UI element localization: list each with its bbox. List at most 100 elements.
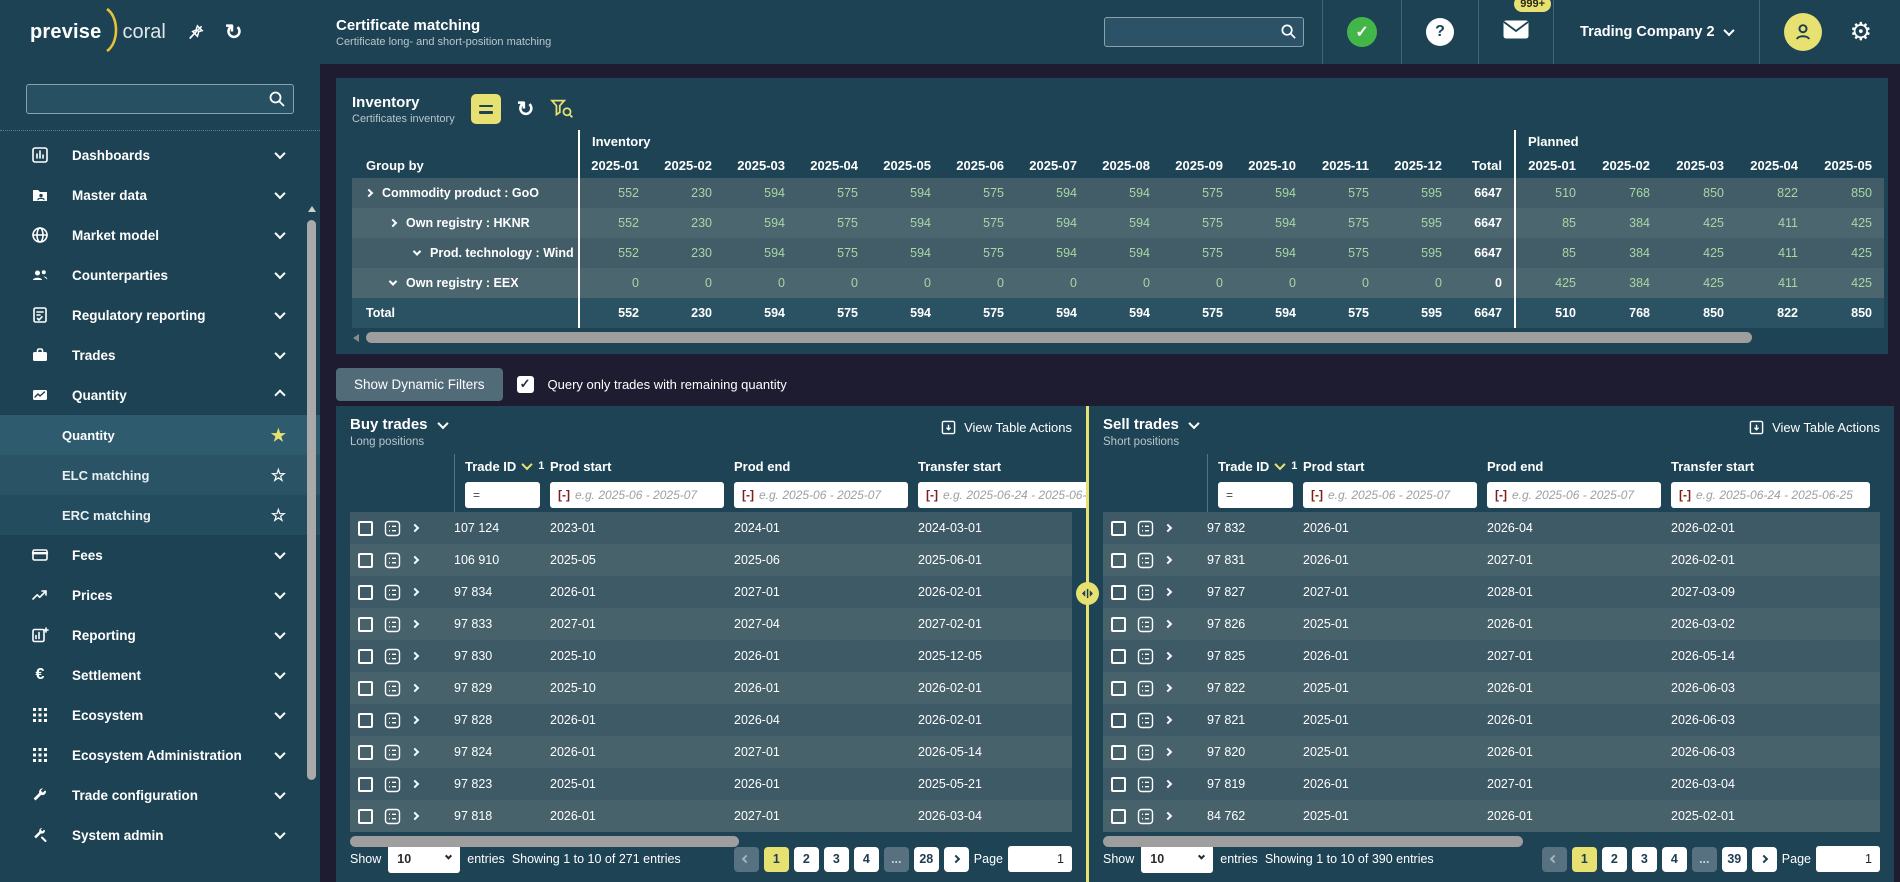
- row-expand-chevron-icon[interactable]: [1164, 748, 1172, 756]
- row-expand-chevron-icon[interactable]: [1164, 812, 1172, 820]
- column-header-prod-start[interactable]: Prod start: [550, 454, 734, 478]
- row-checkbox[interactable]: [358, 585, 373, 600]
- sidebar-scrollbar[interactable]: [307, 142, 317, 882]
- inventory-refresh-icon[interactable]: ↻: [517, 99, 535, 120]
- buy-table-row[interactable]: 97 8292025-102026-012026-02-01: [350, 672, 1072, 704]
- planned-month-header-2025-03[interactable]: 2025-03: [1662, 152, 1736, 178]
- show-dynamic-filters-button[interactable]: Show Dynamic Filters: [336, 368, 503, 401]
- page-button-28[interactable]: 28: [914, 847, 939, 872]
- row-details-icon[interactable]: [1137, 712, 1154, 729]
- row-details-icon[interactable]: [1137, 552, 1154, 569]
- column-header-prod-end[interactable]: Prod end: [734, 454, 918, 478]
- row-checkbox[interactable]: [358, 649, 373, 664]
- sort-desc-icon[interactable]: [522, 459, 533, 470]
- star-filled-icon[interactable]: ★: [271, 427, 286, 444]
- row-checkbox[interactable]: [358, 553, 373, 568]
- page-button-2[interactable]: 2: [794, 847, 819, 872]
- sell-table-row[interactable]: 84 7622025-012026-012025-02-01: [1103, 800, 1880, 832]
- user-avatar[interactable]: [1784, 13, 1822, 51]
- row-details-icon[interactable]: [1137, 680, 1154, 697]
- page-button-4[interactable]: 4: [854, 847, 879, 872]
- sidebar-subitem-erc-matching[interactable]: ERC matching☆: [0, 495, 320, 535]
- sidebar-subitem-elc-matching[interactable]: ELC matching☆: [0, 455, 320, 495]
- row-expand-chevron-icon[interactable]: [411, 684, 419, 692]
- row-details-icon[interactable]: [384, 808, 401, 825]
- scrollbar-thumb[interactable]: [366, 332, 1752, 343]
- scrollbar-thumb[interactable]: [1103, 836, 1523, 847]
- chevron-down-icon[interactable]: [1188, 417, 1199, 428]
- inventory-filter-search-icon[interactable]: [550, 99, 574, 119]
- sell-table-row[interactable]: 97 8222025-012026-012026-06-03: [1103, 672, 1880, 704]
- row-checkbox[interactable]: [1111, 713, 1126, 728]
- page-button-1[interactable]: 1: [764, 847, 789, 872]
- remaining-quantity-checkbox[interactable]: ✓: [517, 376, 534, 393]
- page-button-39[interactable]: 39: [1722, 847, 1747, 872]
- row-details-icon[interactable]: [1137, 616, 1154, 633]
- search-icon[interactable]: [1280, 23, 1297, 45]
- trade-id-filter-input[interactable]: =: [465, 482, 540, 508]
- page-ellipsis-button[interactable]: ...: [884, 847, 909, 872]
- row-checkbox[interactable]: [358, 521, 373, 536]
- row-expand-chevron-icon[interactable]: [411, 652, 419, 660]
- sell-view-table-actions-button[interactable]: View Table Actions: [1749, 420, 1880, 435]
- row-expand-chevron-icon[interactable]: [411, 556, 419, 564]
- row-details-icon[interactable]: [384, 520, 401, 537]
- trade-id-filter-input[interactable]: =: [1218, 482, 1293, 508]
- row-expand-chevron-icon[interactable]: [1164, 588, 1172, 596]
- transfer-start-filter-input[interactable]: [-]e.g. 2025-06-24 - 2025-06-2: [918, 482, 1101, 508]
- page-button-3[interactable]: 3: [824, 847, 849, 872]
- row-details-icon[interactable]: [1137, 648, 1154, 665]
- sort-desc-icon[interactable]: [1275, 459, 1286, 470]
- sidebar-item-fees[interactable]: Fees: [0, 535, 320, 575]
- row-expand-chevron-icon[interactable]: [1164, 524, 1172, 532]
- row-expand-chevron-icon[interactable]: [1164, 780, 1172, 788]
- planned-month-header-2025-05[interactable]: 2025-05: [1810, 152, 1884, 178]
- scroll-up-arrow-icon[interactable]: [308, 206, 316, 212]
- sell-horizontal-scrollbar[interactable]: [1103, 836, 1866, 840]
- scrollbar-thumb[interactable]: [307, 220, 316, 780]
- inventory-menu-button[interactable]: [471, 94, 501, 124]
- buy-table-row[interactable]: 97 8332027-012027-042027-02-01: [350, 608, 1072, 640]
- row-checkbox[interactable]: [358, 777, 373, 792]
- settings-gear-icon[interactable]: ⚙: [1846, 17, 1900, 47]
- row-details-icon[interactable]: [384, 616, 401, 633]
- sidebar-item-master-data[interactable]: Master data: [0, 175, 320, 215]
- month-header-2025-08[interactable]: 2025-08: [1089, 152, 1162, 178]
- row-expand-chevron-icon[interactable]: [1164, 556, 1172, 564]
- sell-table-row[interactable]: 97 8212025-012026-012026-06-03: [1103, 704, 1880, 736]
- sell-table-row[interactable]: 97 8272027-012028-012027-03-09: [1103, 576, 1880, 608]
- row-checkbox[interactable]: [1111, 585, 1126, 600]
- sidebar-item-regulatory-reporting[interactable]: Regulatory reporting: [0, 295, 320, 335]
- row-checkbox[interactable]: [1111, 745, 1126, 760]
- transfer-start-filter-input[interactable]: [-]e.g. 2025-06-24 - 2025-06-25: [1671, 482, 1870, 508]
- status-ok-icon[interactable]: ✓: [1347, 17, 1377, 47]
- row-details-icon[interactable]: [384, 680, 401, 697]
- inventory-group-row-label[interactable]: Prod. technology : Wind: [352, 238, 578, 268]
- prod-start-filter-input[interactable]: [-]e.g. 2025-06 - 2025-07: [1303, 482, 1477, 508]
- inventory-group-row-label[interactable]: Commodity product : GoO: [352, 178, 578, 208]
- star-outline-icon[interactable]: ☆: [271, 507, 286, 524]
- page-button-3[interactable]: 3: [1632, 847, 1657, 872]
- sell-table-row[interactable]: 97 8252026-012027-012026-05-14: [1103, 640, 1880, 672]
- row-details-icon[interactable]: [1137, 584, 1154, 601]
- buy-table-row[interactable]: 97 8302025-102026-012025-12-05: [350, 640, 1072, 672]
- sidebar-item-settlement[interactable]: €Settlement: [0, 655, 320, 695]
- sell-table-row[interactable]: 97 8262025-012026-012026-03-02: [1103, 608, 1880, 640]
- month-header-2025-06[interactable]: 2025-06: [943, 152, 1016, 178]
- row-details-icon[interactable]: [384, 712, 401, 729]
- row-details-icon[interactable]: [384, 648, 401, 665]
- messages-envelope-icon[interactable]: 999+: [1503, 20, 1529, 44]
- month-header-2025-10[interactable]: 2025-10: [1235, 152, 1308, 178]
- star-outline-icon[interactable]: ☆: [271, 467, 286, 484]
- sidebar-item-ecosystem-administration[interactable]: Ecosystem Administration: [0, 735, 320, 775]
- panel-divider[interactable]: [1086, 406, 1089, 882]
- chevron-right-icon[interactable]: [389, 219, 397, 227]
- row-checkbox[interactable]: [1111, 521, 1126, 536]
- month-header-2025-09[interactable]: 2025-09: [1162, 152, 1235, 178]
- column-header-prod-end[interactable]: Prod end: [1487, 454, 1671, 478]
- page-number-input[interactable]: [1008, 846, 1072, 872]
- sidebar-item-market-model[interactable]: Market model: [0, 215, 320, 255]
- row-checkbox[interactable]: [1111, 617, 1126, 632]
- company-selector[interactable]: Trading Company 2: [1554, 24, 1759, 40]
- scroll-left-arrow-icon[interactable]: [353, 334, 359, 342]
